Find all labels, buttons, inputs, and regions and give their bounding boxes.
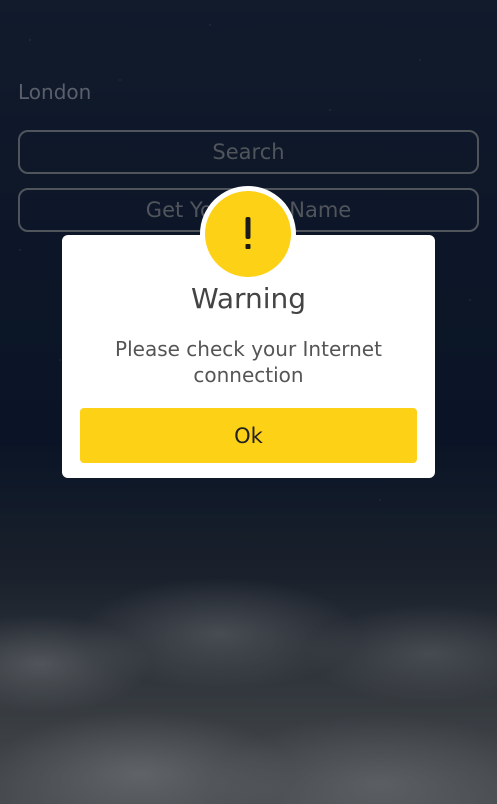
dialog-message: Please check your Internet connection [115,337,382,387]
ok-button[interactable]: Ok [80,408,417,463]
dialog-title: Warning [190,282,307,315]
app-screen: London Search Get Your City Name Warning… [0,0,497,804]
exclamation-icon [205,191,291,277]
